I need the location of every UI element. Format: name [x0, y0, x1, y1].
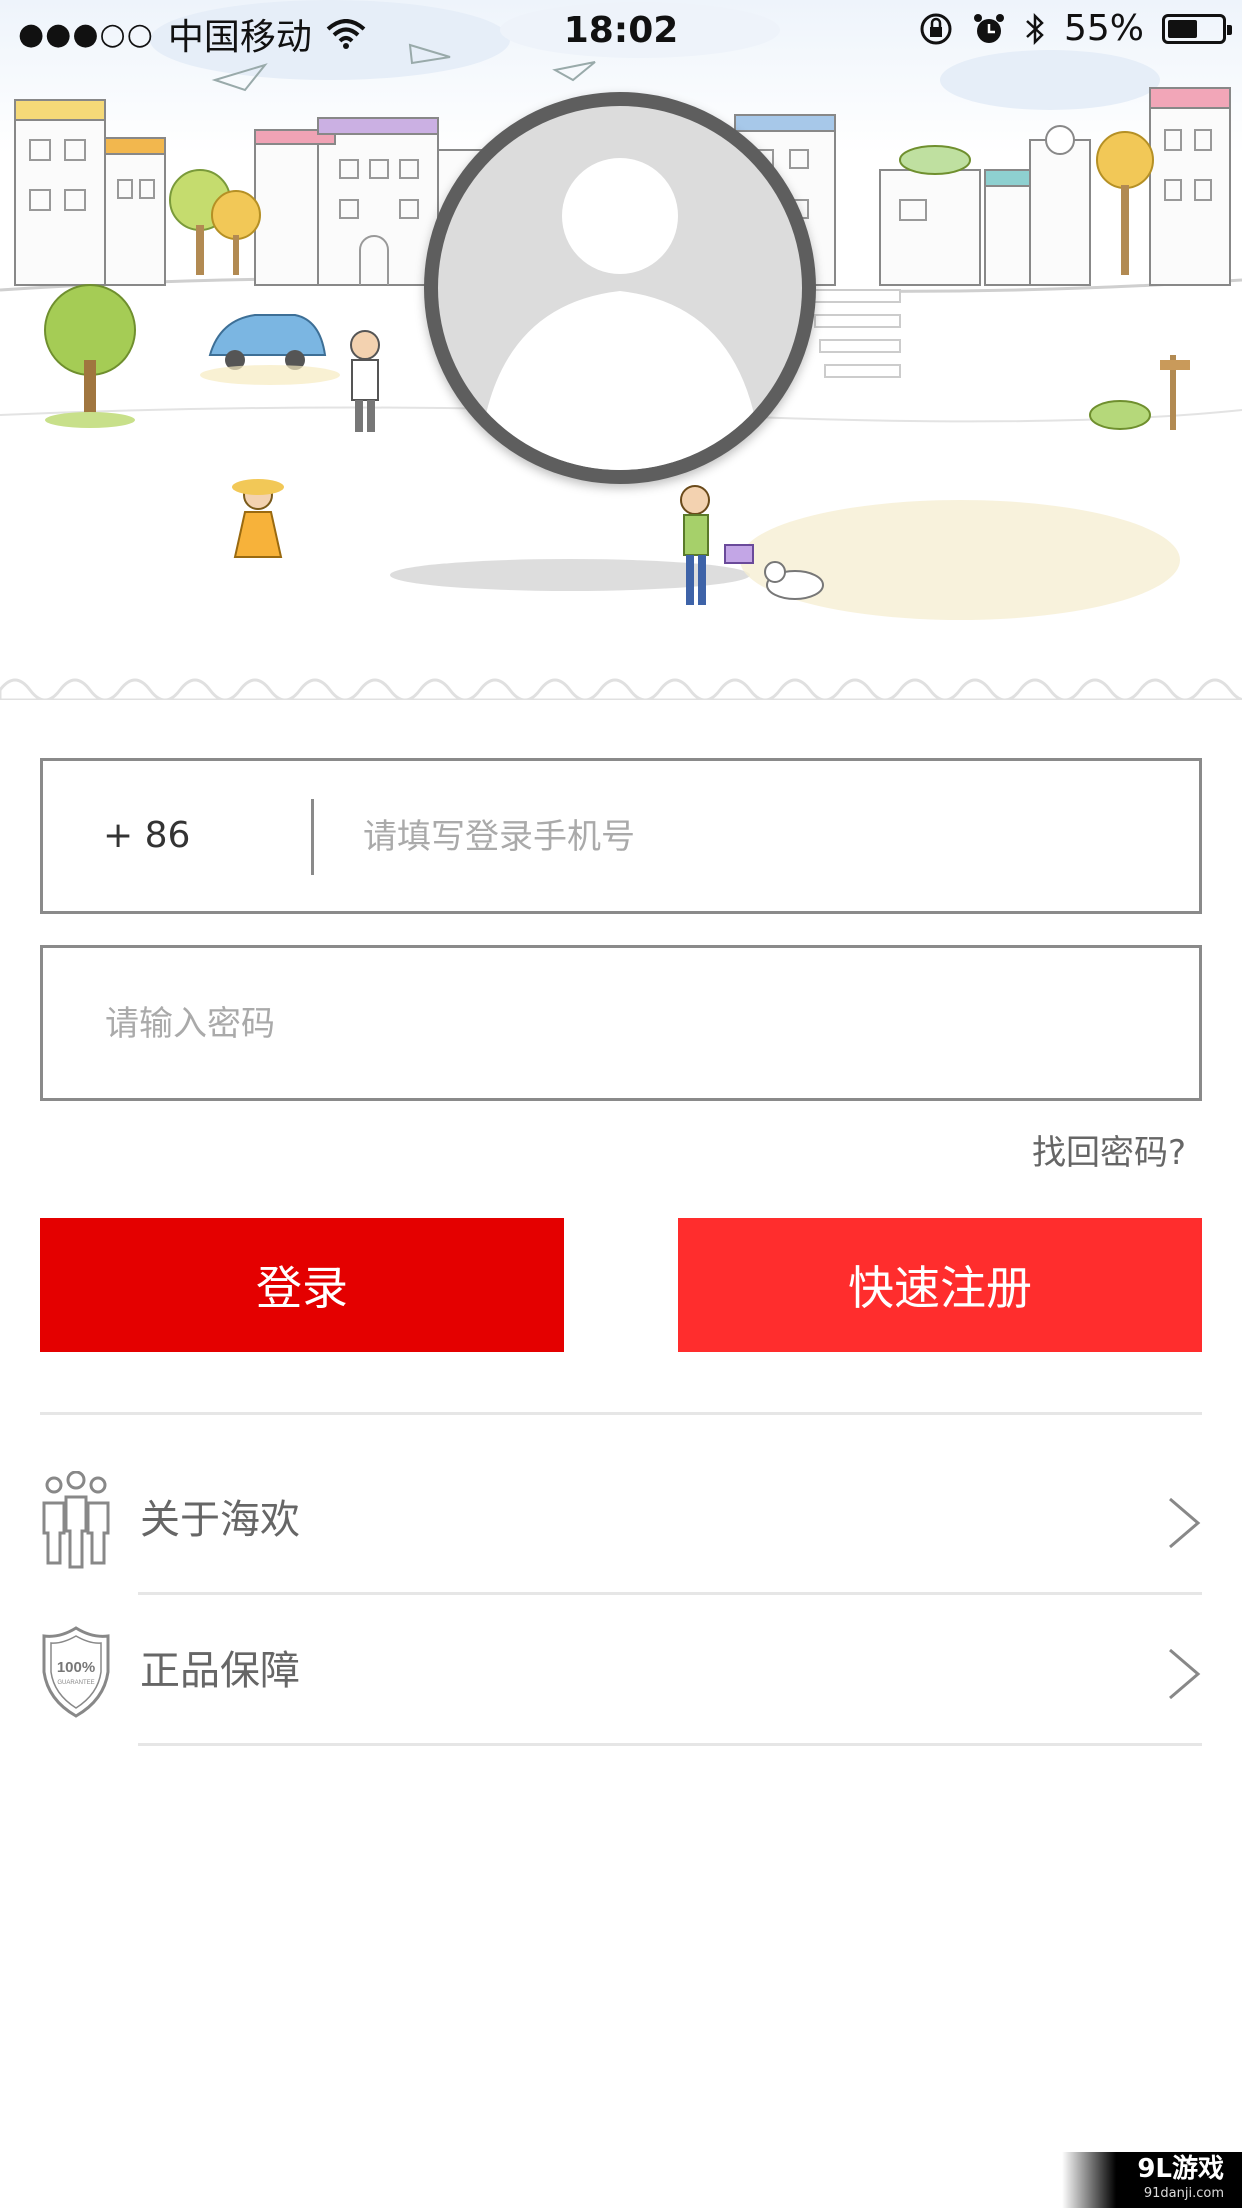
row-divider: [138, 1743, 1202, 1746]
watermark-site: 91danji.com: [1143, 2186, 1224, 2201]
register-button[interactable]: 快速注册: [678, 1218, 1202, 1352]
watermark-brand: 9L游戏: [1137, 2154, 1224, 2184]
people-icon: [42, 1471, 110, 1569]
battery-icon: [1162, 13, 1232, 44]
forgot-password-link[interactable]: 找回密码?: [1032, 1125, 1186, 1174]
menu-item-about[interactable]: 关于海欢: [40, 1445, 1202, 1595]
menu-item-quality-guarantee[interactable]: 100% GUARANTEE 正品保障: [40, 1596, 1202, 1746]
svg-text:100%: 100%: [57, 1659, 95, 1676]
phone-input[interactable]: [361, 761, 1165, 913]
login-button[interactable]: 登录: [40, 1218, 564, 1352]
header-illustration: [0, 0, 1242, 700]
battery-percent: 55%: [1063, 8, 1144, 49]
phone-field: + 86: [40, 758, 1202, 914]
bluetooth-icon: [1026, 12, 1044, 45]
watermark-logo: 9L游戏 91danji.com: [1062, 2152, 1242, 2208]
section-divider: [40, 1412, 1202, 1415]
rotation-lock-icon: [920, 13, 952, 44]
chevron-right-icon: [1169, 1497, 1201, 1549]
menu-item-label: 正品保障: [140, 1648, 300, 1694]
avatar[interactable]: [424, 92, 816, 484]
password-field: [40, 945, 1202, 1101]
shield-100-icon: 100% GUARANTEE: [42, 1626, 110, 1718]
chevron-right-icon: [1169, 1648, 1201, 1700]
alarm-icon: [973, 13, 1004, 43]
password-input[interactable]: [103, 948, 1167, 1100]
status-bar: ●●●○○ 中国移动 18:02 55%: [0, 0, 1242, 62]
row-divider: [138, 1592, 1202, 1595]
country-code[interactable]: + 86: [103, 761, 190, 911]
default-avatar-icon: [438, 106, 802, 470]
svg-text:GUARANTEE: GUARANTEE: [57, 1680, 94, 1686]
menu-item-label: 关于海欢: [140, 1497, 300, 1543]
field-divider: [311, 799, 314, 875]
